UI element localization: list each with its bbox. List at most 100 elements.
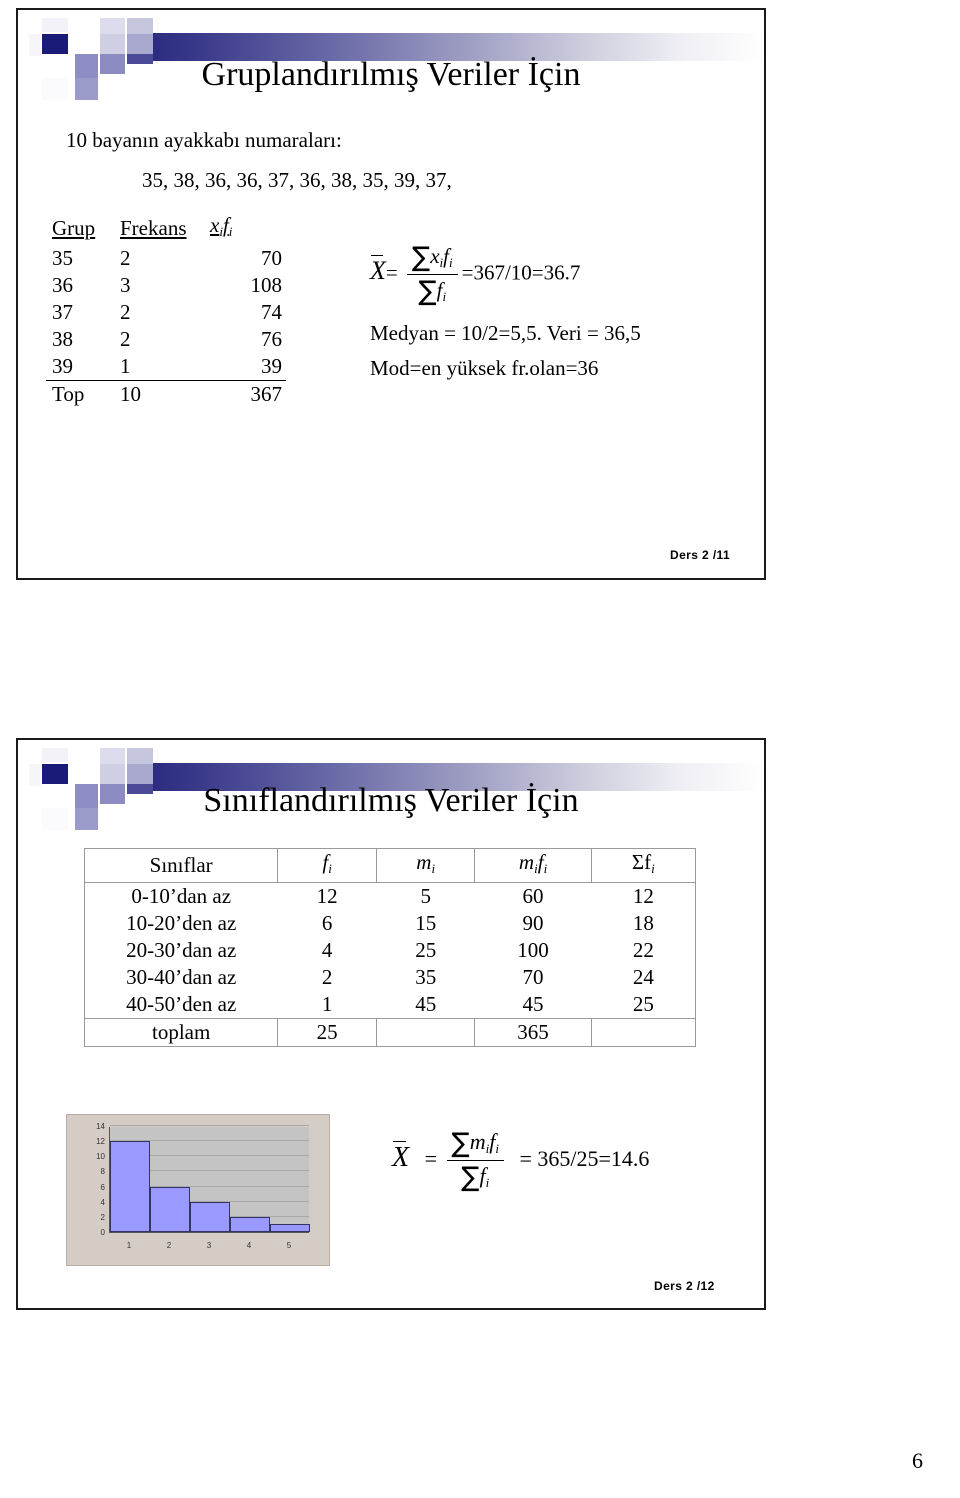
- cell-mf: 45: [474, 991, 592, 1019]
- equals-sign: =: [385, 260, 398, 285]
- fraction-denominator: ∑fi: [418, 276, 447, 307]
- cell-sinif: 0-10’dan az: [83, 882, 278, 910]
- cell-total-mf: 365: [474, 1018, 592, 1047]
- fraction-numerator: ∑xifi: [406, 242, 458, 275]
- cell-mf: 70: [522, 965, 544, 989]
- x-bar-symbol: X: [370, 255, 386, 286]
- col-header-frekans: Frekans: [120, 216, 187, 240]
- chart-bar: [190, 1201, 230, 1232]
- cell-f: 2: [321, 965, 333, 989]
- cell-xf: 39: [206, 353, 286, 381]
- cell-xf: 108: [250, 273, 283, 297]
- cell-total-label: toplam: [83, 1018, 279, 1047]
- sum-fraction: ∑xifi ∑fi: [406, 242, 458, 307]
- chart-bar: [270, 1224, 310, 1232]
- slide-1-title: Gruplandırılmış Veriler İçin: [201, 56, 581, 93]
- chart-bar: [150, 1186, 190, 1232]
- cell-m: 15: [415, 911, 437, 935]
- mean-formula: X= ∑xifi ∑fi =367/10=36.7: [370, 242, 641, 307]
- table-row: 20-30’dan az 4 25 100 22: [83, 937, 697, 964]
- cell-m: 5: [376, 882, 475, 910]
- cell-sinif: 30-40’dan az: [83, 964, 278, 991]
- fraction-denominator: ∑fi: [461, 1162, 490, 1193]
- table-row: 30-40’dan az 2 35 70 24: [83, 964, 697, 991]
- table-header-row: Grup Frekans xifi: [46, 212, 286, 245]
- cell-total-cum: [590, 1018, 697, 1047]
- slide-1-raw-values: 35, 38, 36, 36, 37, 36, 38, 35, 39, 37,: [142, 168, 452, 192]
- cell-f: 6: [321, 911, 333, 935]
- cell-frekans: 2: [120, 327, 131, 351]
- slide-2-formula-block: X = ∑mifi ∑fi = 365/25=14.6: [392, 1128, 649, 1193]
- cell-frekans: 1: [120, 353, 206, 381]
- table-total-row: Top 10 367: [46, 381, 286, 409]
- cell-xf: 76: [261, 327, 282, 351]
- cell-sinif: 20-30’dan az: [83, 937, 278, 964]
- slide-1: Gruplandırılmış Veriler İçin 10 bayanın …: [16, 8, 766, 580]
- chart-y-tick-label: 6: [100, 1182, 105, 1192]
- cell-frekans: 2: [120, 300, 131, 324]
- frequency-histogram: 14 12 10 8 6 4 2 0 12345: [66, 1114, 330, 1266]
- cell-cum: 22: [591, 937, 697, 964]
- decor-square: [42, 18, 68, 32]
- chart-y-tick-label: 8: [100, 1167, 105, 1177]
- cell-total-m: [375, 1018, 476, 1047]
- chart-y-tick-label: 14: [96, 1122, 105, 1131]
- table-row: 37 2 74: [46, 299, 286, 326]
- chart-x-tick-label: 5: [286, 1241, 292, 1250]
- mean-result: = 365/25=14.6: [519, 1145, 650, 1171]
- chart-gridline: [110, 1125, 309, 1126]
- decor-square: [127, 18, 153, 34]
- cell-total-f: 25: [277, 1018, 377, 1047]
- sum-fraction: ∑mifi ∑fi: [446, 1128, 504, 1193]
- mode-line: Mod=en yüksek fr.olan=36: [370, 356, 599, 380]
- x-bar-symbol: X: [392, 1140, 410, 1173]
- cell-m: 45: [376, 991, 475, 1019]
- col-header-xifi: xifi: [210, 213, 233, 239]
- cell-grup: 39: [46, 353, 120, 381]
- cell-cum: 18: [591, 910, 697, 937]
- decor-square: [100, 748, 125, 764]
- cell-sinif: 10-20’den az: [83, 910, 278, 937]
- slide-1-formula-block: X= ∑xifi ∑fi =367/10=36.7 Medyan = 10/2=…: [370, 242, 641, 381]
- chart-bar: [110, 1141, 150, 1232]
- decor-square: [100, 764, 125, 784]
- cell-grup: 36: [52, 273, 73, 297]
- cell-grup: 35: [52, 246, 73, 270]
- table-row: 40-50’den az 1 45 45 25: [83, 991, 697, 1019]
- page-number: 6: [912, 1448, 923, 1473]
- chart-x-tick-label: 4: [246, 1241, 252, 1250]
- col-header-siniflar: Sınıflar: [83, 848, 279, 883]
- col-header-fi: fi: [277, 848, 377, 883]
- col-header-mi: mi: [375, 848, 476, 883]
- cell-f: 12: [277, 882, 377, 910]
- median-line: Medyan = 10/2=5,5. Veri = 36,5: [370, 321, 641, 345]
- cell-frekans: 2: [120, 246, 131, 270]
- cell-f: 4: [321, 938, 333, 962]
- class-interval-table: Sınıflar fi mi mifi Σfi 0-10’dan az 12 5…: [83, 848, 697, 1047]
- chart-y-tick-label: 10: [96, 1152, 105, 1162]
- frequency-table: Grup Frekans xifi 35 2 70 36 3 108 37 2 …: [46, 212, 286, 408]
- chart-y-tick-label: 4: [100, 1197, 105, 1207]
- cell-total-label: Top: [52, 382, 85, 406]
- chart-y-tick-label: 0: [100, 1228, 105, 1237]
- slide-1-lead-text: 10 bayanın ayakkabı numaraları:: [66, 128, 342, 152]
- page-canvas: Gruplandırılmış Veriler İçin 10 bayanın …: [0, 0, 960, 1498]
- cell-m: 25: [415, 938, 437, 962]
- mean-result: =367/10=36.7: [461, 260, 581, 285]
- cell-total-xf: 367: [250, 382, 283, 406]
- table-header-row: Sınıflar fi mi mifi Σfi: [83, 848, 697, 883]
- table-row: 0-10’dan az 12 5 60 12: [83, 882, 697, 910]
- cell-f: 1: [277, 991, 377, 1019]
- decor-square: [127, 748, 153, 764]
- decor-square: [42, 748, 68, 762]
- table-total-row: toplam 25 365: [83, 1018, 697, 1047]
- cell-mf: 100: [517, 938, 549, 962]
- cell-mf: 60: [474, 882, 592, 910]
- equals-sign: =: [424, 1145, 438, 1171]
- decor-square: [100, 34, 125, 54]
- cell-xf: 70: [261, 246, 282, 270]
- cell-cum: 12: [591, 882, 697, 910]
- decor-square: [127, 34, 153, 54]
- slide-1-footer: Ders 2 /11: [670, 548, 731, 562]
- chart-x-tick-label: 2: [166, 1241, 172, 1250]
